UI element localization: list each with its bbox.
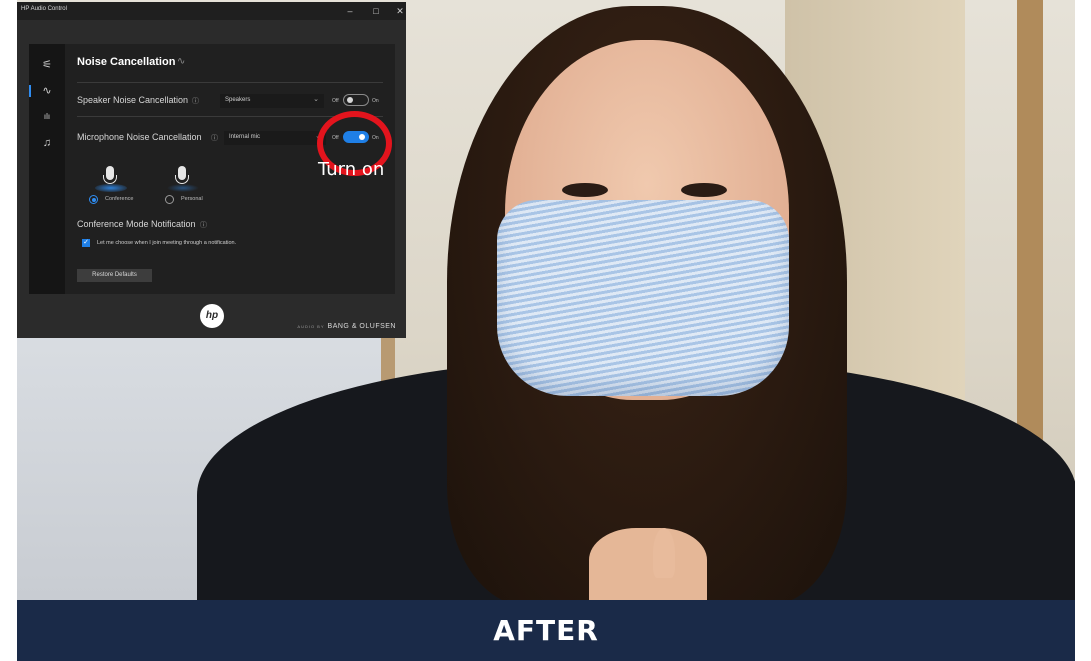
conference-notification-heading: Conference Mode Notification <box>77 219 196 229</box>
person-eye-left <box>562 183 608 197</box>
caption-text: AFTER <box>493 614 599 647</box>
conference-mic-icon <box>93 166 129 198</box>
conference-radio[interactable] <box>89 195 98 204</box>
conference-label: Conference <box>105 196 134 202</box>
chevron-down-icon: ⌄ <box>313 96 319 103</box>
bang-olufsen-brand: AUDIO BY BANG & OLUFSEN <box>297 323 396 330</box>
hp-logo: hp <box>200 304 224 328</box>
restore-defaults-button[interactable]: Restore Defaults <box>77 269 152 282</box>
personal-radio[interactable] <box>165 195 174 204</box>
page-title: Noise Cancellation <box>77 56 176 68</box>
speaker-on-label: On <box>372 98 379 104</box>
personal-label: Personal <box>181 196 203 202</box>
close-icon[interactable]: ✕ <box>387 4 406 18</box>
face-mask <box>497 200 789 396</box>
music-note-icon[interactable]: ♫ <box>37 134 57 152</box>
turn-on-annotation: Turn on <box>318 159 385 180</box>
microphone-device-select[interactable]: Internal mic ⌄ <box>224 131 326 145</box>
notification-checkbox[interactable]: ✓ <box>82 239 90 247</box>
thumbs-up-thumb <box>653 528 675 578</box>
speaker-noise-toggle[interactable] <box>343 94 369 106</box>
notification-checkbox-label: Let me choose when I join meeting throug… <box>97 240 237 246</box>
brand-prefix: AUDIO BY <box>297 324 325 329</box>
microphone-device-value: Internal mic <box>229 134 261 140</box>
divider <box>77 82 383 83</box>
person-hand <box>589 528 707 600</box>
info-icon[interactable]: ⓘ <box>211 133 218 143</box>
info-icon[interactable]: ⓘ <box>200 220 207 230</box>
sliders-icon[interactable]: ⚟ <box>37 56 57 74</box>
speaker-device-value: Speakers <box>225 97 251 103</box>
waveform-icon[interactable]: ∿ <box>29 82 57 100</box>
person-eye-right <box>681 183 727 197</box>
waveform-icon: ∿ <box>177 56 186 67</box>
personal-mic-icon <box>165 166 201 198</box>
brand-name: BANG & OLUFSEN <box>327 323 396 330</box>
caption-bar: AFTER <box>17 600 1075 661</box>
info-icon[interactable]: ⓘ <box>192 96 199 106</box>
maximize-icon[interactable]: □ <box>363 4 389 18</box>
microphone-noise-cancellation-label: Microphone Noise Cancellation <box>77 132 202 142</box>
speaker-off-label: Off <box>332 98 339 104</box>
toggle-knob <box>347 97 353 103</box>
equalizer-icon[interactable]: ılı <box>37 108 57 126</box>
sidebar: ⚟ ∿ ılı ♫ <box>29 44 65 294</box>
speaker-noise-cancellation-label: Speaker Noise Cancellation <box>77 95 189 105</box>
window-title: HP Audio Control <box>21 6 67 12</box>
speaker-device-select[interactable]: Speakers ⌄ <box>220 94 324 108</box>
minimize-icon[interactable]: – <box>337 4 363 18</box>
title-bar[interactable]: HP Audio Control – □ ✕ <box>17 2 406 20</box>
